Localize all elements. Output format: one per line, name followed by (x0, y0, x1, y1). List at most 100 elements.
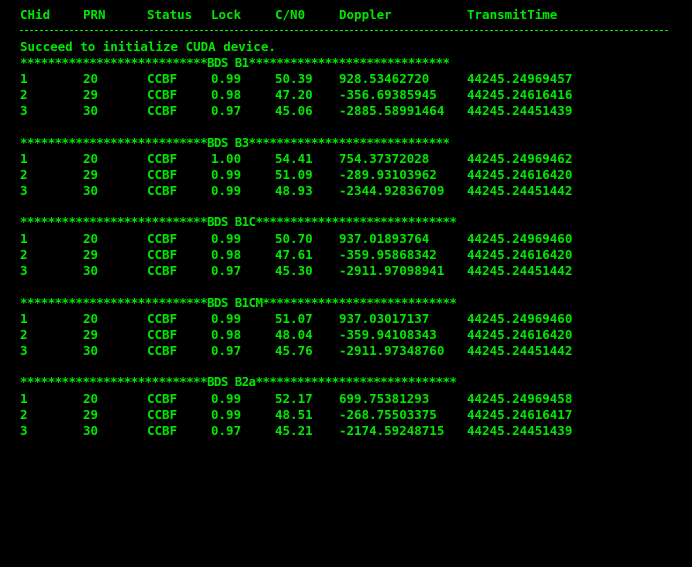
cell-cn0: 52.17 (275, 391, 313, 406)
cell-lock: 0.97 (211, 423, 242, 438)
table-row: 1 20 CCBF 1.00 54.41 754.37372028 44245.… (0, 151, 692, 167)
cell-cn0: 51.07 (275, 311, 313, 326)
cell-lock: 0.97 (211, 103, 242, 118)
cell-status: CCBF (147, 327, 178, 342)
cell-cn0: 47.61 (275, 247, 313, 262)
cell-doppler: -2174.59248715 (339, 423, 445, 438)
cell-transmit-time: 44245.24451439 (467, 103, 573, 118)
cell-chid: 2 (20, 247, 28, 262)
cell-transmit-time: 44245.24451442 (467, 263, 573, 278)
cell-lock: 0.99 (211, 311, 242, 326)
cell-chid: 2 (20, 167, 28, 182)
cell-cn0: 54.41 (275, 151, 313, 166)
cell-chid: 2 (20, 87, 28, 102)
cell-cn0: 48.93 (275, 183, 313, 198)
table-row: 3 30 CCBF 0.99 48.93 -2344.92836709 4424… (0, 183, 692, 199)
block-banner-bds-b1: ***************************BDS B1*******… (20, 55, 450, 70)
cell-status: CCBF (147, 103, 178, 118)
cell-chid: 2 (20, 407, 28, 422)
cell-prn: 29 (83, 327, 99, 342)
table-row: 3 30 CCBF 0.97 45.21 -2174.59248715 4424… (0, 423, 692, 439)
cell-status: CCBF (147, 71, 178, 86)
cell-doppler: -356.69385945 (339, 87, 437, 102)
cell-prn: 20 (83, 151, 99, 166)
cell-cn0: 45.30 (275, 263, 313, 278)
header-separator (20, 30, 668, 31)
header-prn: PRN (83, 7, 106, 22)
cell-transmit-time: 44245.24969460 (467, 311, 573, 326)
cell-status: CCBF (147, 231, 178, 246)
cell-prn: 30 (83, 263, 99, 278)
cell-prn: 20 (83, 231, 99, 246)
cell-prn: 29 (83, 407, 99, 422)
cell-transmit-time: 44245.24969460 (467, 231, 573, 246)
cell-prn: 30 (83, 423, 99, 438)
cell-chid: 1 (20, 311, 28, 326)
cell-lock: 0.99 (211, 167, 242, 182)
cell-prn: 29 (83, 87, 99, 102)
header-doppler: Doppler (339, 7, 392, 22)
cell-cn0: 50.70 (275, 231, 313, 246)
cell-prn: 20 (83, 311, 99, 326)
cell-chid: 3 (20, 263, 28, 278)
cell-status: CCBF (147, 391, 178, 406)
cell-chid: 3 (20, 343, 28, 358)
cell-status: CCBF (147, 183, 178, 198)
cell-doppler: -359.94108343 (339, 327, 437, 342)
header-cn0: C/N0 (275, 7, 306, 22)
console-window[interactable]: CHid PRN Status Lock C/N0 Doppler Transm… (0, 0, 692, 449)
table-row: 1 20 CCBF 0.99 50.39 928.53462720 44245.… (0, 71, 692, 87)
table-row: 2 29 CCBF 0.98 47.20 -356.69385945 44245… (0, 87, 692, 103)
cell-transmit-time: 44245.24451442 (467, 343, 573, 358)
cell-doppler: 937.01893764 (339, 231, 430, 246)
table-row: 1 20 CCBF 0.99 50.70 937.01893764 44245.… (0, 231, 692, 247)
cell-cn0: 45.06 (275, 103, 313, 118)
cell-lock: 0.97 (211, 263, 242, 278)
cell-prn: 30 (83, 343, 99, 358)
block-banner-bds-b2a: ***************************BDS B2a******… (20, 374, 457, 389)
cell-transmit-time: 44245.24616417 (467, 407, 573, 422)
cell-prn: 29 (83, 167, 99, 182)
header-chid: CHid (20, 7, 51, 22)
cell-doppler: 699.75381293 (339, 391, 430, 406)
cell-transmit-time: 44245.24616420 (467, 247, 573, 262)
column-header-row: CHid PRN Status Lock C/N0 Doppler Transm… (0, 7, 692, 23)
cell-lock: 1.00 (211, 151, 242, 166)
cell-status: CCBF (147, 247, 178, 262)
cell-lock: 0.99 (211, 407, 242, 422)
cell-status: CCBF (147, 87, 178, 102)
cell-cn0: 45.21 (275, 423, 313, 438)
block-banner-bds-b1cm: ***************************BDS B1CM*****… (20, 295, 457, 310)
cell-prn: 20 (83, 391, 99, 406)
header-lock: Lock (211, 7, 242, 22)
cell-doppler: -268.75503375 (339, 407, 437, 422)
cell-lock: 0.99 (211, 231, 242, 246)
table-row: 2 29 CCBF 0.98 48.04 -359.94108343 44245… (0, 327, 692, 343)
cell-chid: 1 (20, 391, 28, 406)
block-banner-bds-b3: ***************************BDS B3*******… (20, 135, 450, 150)
table-row: 2 29 CCBF 0.99 48.51 -268.75503375 44245… (0, 407, 692, 423)
table-row: 2 29 CCBF 0.99 51.09 -289.93103962 44245… (0, 167, 692, 183)
cell-status: CCBF (147, 263, 178, 278)
table-row: 3 30 CCBF 0.97 45.76 -2911.97348760 4424… (0, 343, 692, 359)
cell-status: CCBF (147, 343, 178, 358)
header-status: Status (147, 7, 193, 22)
cell-transmit-time: 44245.24969458 (467, 391, 573, 406)
cell-cn0: 47.20 (275, 87, 313, 102)
cell-transmit-time: 44245.24616420 (467, 167, 573, 182)
cell-transmit-time: 44245.24451442 (467, 183, 573, 198)
cell-status: CCBF (147, 167, 178, 182)
cell-status: CCBF (147, 311, 178, 326)
cell-lock: 0.99 (211, 391, 242, 406)
cell-chid: 3 (20, 183, 28, 198)
cell-doppler: -2911.97098941 (339, 263, 445, 278)
cell-prn: 30 (83, 103, 99, 118)
cell-lock: 0.99 (211, 183, 242, 198)
cell-transmit-time: 44245.24616420 (467, 327, 573, 342)
cell-doppler: -2885.58991464 (339, 103, 445, 118)
cell-transmit-time: 44245.24616416 (467, 87, 573, 102)
cell-chid: 1 (20, 151, 28, 166)
cell-lock: 0.98 (211, 247, 242, 262)
cell-transmit-time: 44245.24451439 (467, 423, 573, 438)
cell-doppler: -2911.97348760 (339, 343, 445, 358)
